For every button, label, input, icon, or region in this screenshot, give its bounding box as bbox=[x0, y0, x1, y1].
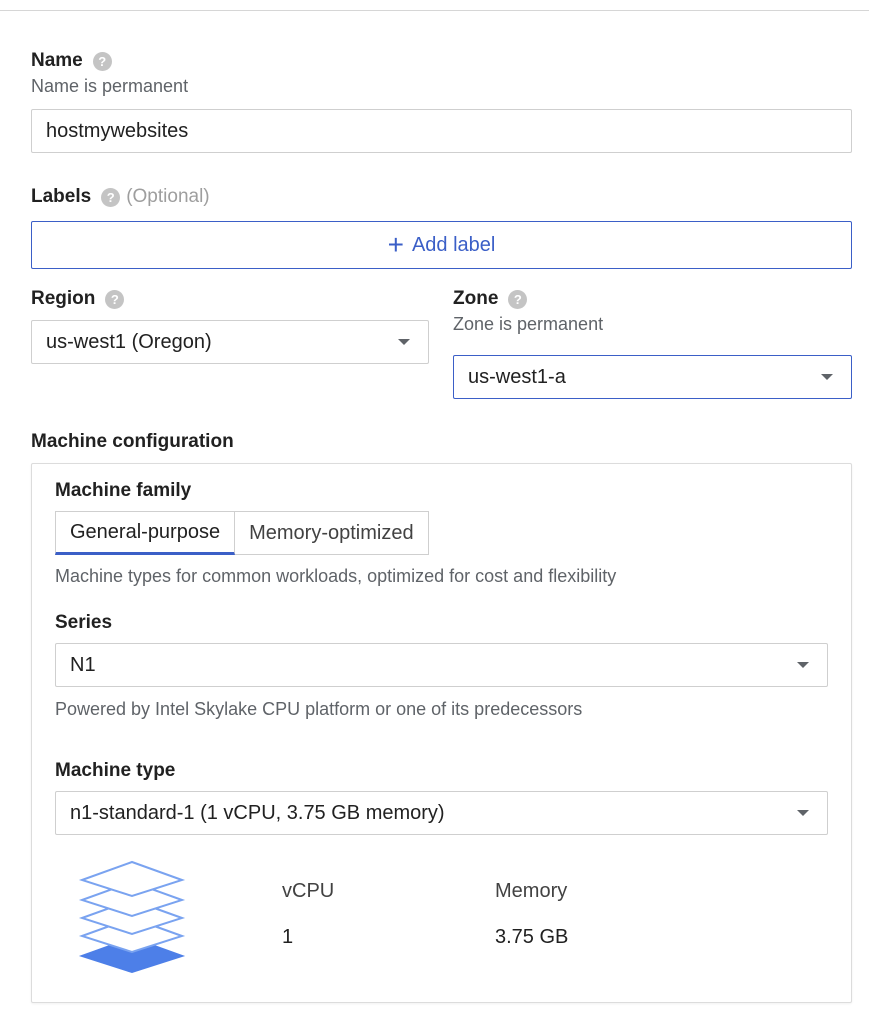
vcpu-value: 1 bbox=[282, 926, 294, 948]
name-note: Name is permanent bbox=[31, 76, 189, 96]
plus-icon: + bbox=[387, 229, 404, 260]
top-divider bbox=[0, 10, 869, 11]
chevron-down-icon bbox=[797, 662, 809, 668]
region-label-row: Region ? bbox=[31, 288, 125, 310]
zone-label-row: Zone ? bbox=[453, 288, 528, 310]
add-label-text: Add label bbox=[411, 233, 496, 256]
chevron-down-icon bbox=[398, 339, 410, 345]
help-icon[interactable]: ? bbox=[105, 289, 125, 309]
labels-optional: (Optional) bbox=[126, 186, 210, 207]
region-label: Region bbox=[31, 288, 96, 309]
help-icon[interactable]: ? bbox=[101, 187, 121, 207]
machine-family-description: Machine types for common workloads, opti… bbox=[55, 566, 617, 586]
series-select[interactable]: N1 bbox=[55, 643, 828, 687]
tab-memory-optimized[interactable]: Memory-optimized bbox=[235, 511, 429, 555]
help-icon[interactable]: ? bbox=[92, 51, 112, 71]
labels-label-row: Labels ? (Optional) bbox=[31, 186, 210, 208]
memory-value: 3.75 GB bbox=[495, 926, 569, 948]
name-label: Name bbox=[31, 50, 83, 71]
labels-label: Labels bbox=[31, 186, 92, 207]
name-input-value: hostmywebsites bbox=[46, 119, 189, 142]
name-label-row: Name ? bbox=[31, 50, 112, 72]
zone-note: Zone is permanent bbox=[453, 314, 604, 334]
series-label: Series bbox=[55, 612, 113, 633]
machine-stack-icon bbox=[78, 860, 186, 974]
help-icon[interactable]: ? bbox=[508, 289, 528, 309]
machine-family-label: Machine family bbox=[55, 480, 192, 501]
vcpu-label: vCPU bbox=[282, 880, 335, 902]
series-select-value: N1 bbox=[70, 653, 96, 676]
series-description: Powered by Intel Skylake CPU platform or… bbox=[55, 699, 583, 719]
zone-select[interactable]: us-west1-a bbox=[453, 355, 852, 399]
chevron-down-icon bbox=[821, 374, 833, 380]
chevron-down-icon bbox=[797, 810, 809, 816]
machine-configuration-title: Machine configuration bbox=[31, 431, 234, 452]
tab-general-purpose[interactable]: General-purpose bbox=[55, 511, 236, 555]
name-input[interactable]: hostmywebsites bbox=[31, 109, 852, 153]
machine-family-tabs: General-purpose Memory-optimized bbox=[55, 511, 429, 555]
region-select-value: us-west1 (Oregon) bbox=[46, 330, 212, 353]
memory-label: Memory bbox=[495, 880, 568, 902]
machine-type-label: Machine type bbox=[55, 760, 176, 781]
zone-label: Zone bbox=[453, 288, 499, 309]
region-select[interactable]: us-west1 (Oregon) bbox=[31, 320, 429, 364]
machine-type-select[interactable]: n1-standard-1 (1 vCPU, 3.75 GB memory) bbox=[55, 791, 828, 835]
add-label-button[interactable]: + Add label bbox=[31, 221, 852, 269]
machine-type-select-value: n1-standard-1 (1 vCPU, 3.75 GB memory) bbox=[70, 801, 445, 824]
zone-select-value: us-west1-a bbox=[468, 365, 566, 388]
